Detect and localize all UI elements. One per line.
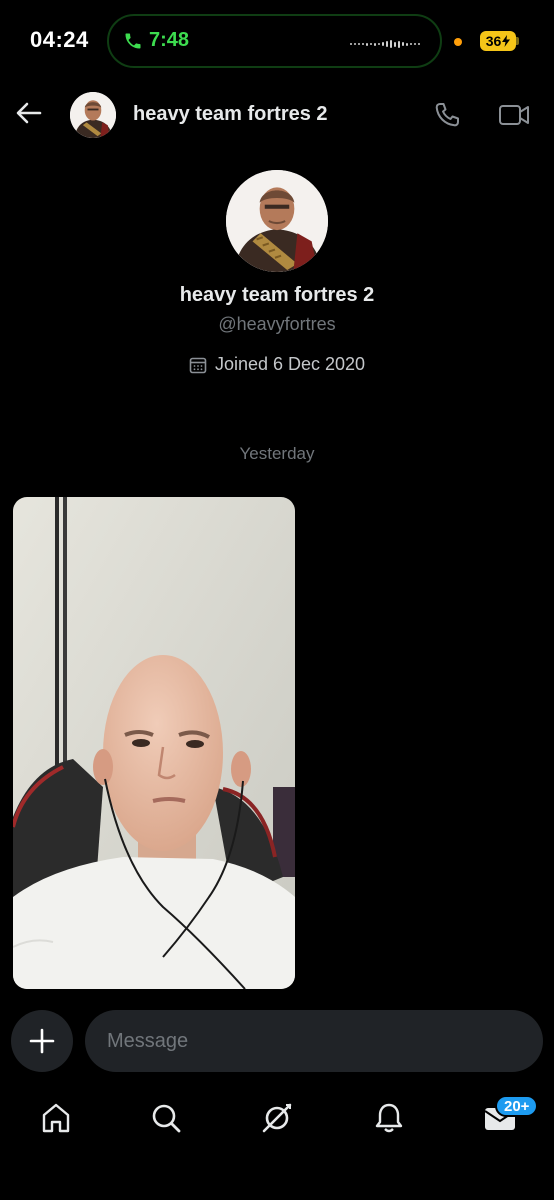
dynamic-island[interactable]: 7:48 [107, 14, 442, 68]
profile-avatar[interactable] [226, 170, 328, 272]
header-title[interactable]: heavy team fortres 2 [133, 103, 328, 126]
home-icon[interactable] [38, 1100, 74, 1136]
grok-icon[interactable] [259, 1100, 295, 1136]
bottom-tab-bar [0, 1090, 554, 1150]
home-indicator [207, 1185, 347, 1190]
charging-bolt-icon [502, 35, 511, 47]
video-camera-icon[interactable] [498, 100, 530, 130]
photo-message[interactable] [13, 497, 295, 989]
battery-icon: 36 [480, 31, 516, 51]
status-bar: 04:24 7:48 36 [0, 0, 554, 80]
search-icon[interactable] [148, 1100, 184, 1136]
heavy-avatar-image [226, 170, 328, 272]
joined-text: Joined 6 Dec 2020 [214, 354, 366, 374]
phone-icon [125, 33, 141, 48]
profile-handle[interactable]: @heavyfortres [0, 314, 554, 335]
photo-message-image [13, 497, 295, 989]
calendar-icon [189, 357, 207, 373]
joined-date: Joined 6 Dec 2020 [0, 354, 554, 375]
header-avatar[interactable] [70, 92, 116, 138]
waveform-icon [350, 40, 420, 48]
date-separator: Yesterday [239, 444, 315, 463]
privacy-indicator-dot [454, 38, 462, 46]
bell-icon[interactable] [371, 1100, 407, 1136]
plus-icon [29, 1028, 55, 1054]
phone-icon[interactable] [432, 100, 462, 130]
messages-badge: 20+ [495, 1095, 539, 1117]
battery-cap [516, 37, 519, 45]
call-indicator: 7:48 [123, 29, 189, 52]
call-duration: 7:48 [149, 29, 190, 51]
add-attachment-button[interactable] [11, 1010, 73, 1072]
conversation-header: heavy team fortres 2 [0, 88, 554, 144]
battery-level: 36 [485, 33, 502, 49]
heavy-avatar-image [70, 92, 116, 138]
back-arrow-icon[interactable] [14, 98, 44, 128]
profile-name[interactable]: heavy team fortres 2 [0, 284, 554, 307]
status-time: 04:24 [30, 27, 89, 52]
message-input[interactable] [85, 1010, 543, 1072]
